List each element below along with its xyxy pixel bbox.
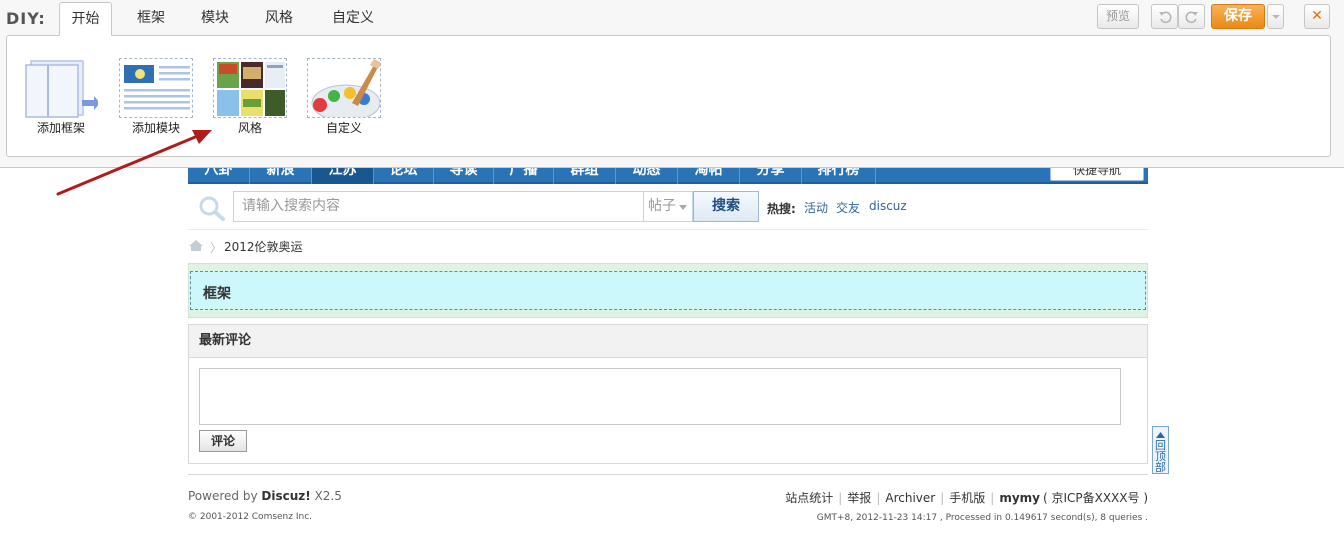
powered-prefix: Powered by (188, 489, 262, 503)
footer-links: 站点统计 | 举报 | Archiver | 手机版 | mymy( 京ICP备XXXX号 ) (785, 489, 1148, 506)
add-module-label: 添加模块 (131, 121, 180, 135)
breadcrumb-current: 2012伦敦奥运 (224, 240, 303, 254)
powered-brand-link[interactable]: Discuz! (261, 489, 310, 503)
search-icon (198, 195, 226, 221)
close-button[interactable]: ✕ (1304, 4, 1330, 29)
diy-panel: 添加框架 添加模块 风格 自定义 (6, 35, 1331, 157)
breadcrumb-separator: 〉 (210, 241, 223, 255)
style-thumbnail-icon (213, 58, 287, 118)
footer-debug-info: GMT+8, 2012-11-23 14:17 , Processed in 0… (816, 513, 1148, 523)
hot-search-label: 热搜: (767, 202, 796, 216)
tab-start[interactable]: 开始 (59, 2, 112, 36)
tab-custom[interactable]: 自定义 (320, 2, 386, 36)
hot-search-link[interactable]: discuz (869, 199, 907, 213)
hot-search-link[interactable]: 交友 (836, 199, 860, 216)
latest-comments-panel: 最新评论 评论 (188, 324, 1148, 464)
diy-frame-container: 框架 (188, 263, 1148, 318)
back-to-top-button[interactable]: 回顶部 (1152, 426, 1169, 474)
arrow-up-icon (1156, 432, 1165, 438)
undo-button[interactable] (1151, 4, 1178, 29)
diy-toolbar: DIY: 开始 框架 模块 风格 自定义 预览 保存 ✕ 添加框架 添加模块 风… (0, 0, 1344, 168)
add-frame-icon (24, 58, 98, 118)
footer-icp[interactable]: ( 京ICP备XXXX号 ) (1043, 491, 1148, 505)
add-frame-item[interactable]: 添加框架 (21, 58, 101, 136)
style-item[interactable]: 风格 (210, 58, 290, 136)
footer-link-stats[interactable]: 站点统计 (785, 491, 833, 505)
frame-title: 框架 (203, 286, 231, 302)
save-button[interactable]: 保存 (1211, 4, 1265, 29)
footer-separator: | (876, 491, 881, 505)
footer-separator: | (990, 491, 995, 505)
search-bar: 请输入搜索内容 帖子 搜索 热搜: 活动 交友 discuz (188, 185, 1148, 230)
submit-comment-button[interactable]: 评论 (199, 430, 247, 452)
back-to-top-label: 回顶部 (1155, 439, 1166, 474)
hot-search-link[interactable]: 活动 (804, 199, 828, 216)
redo-icon (1185, 11, 1198, 24)
custom-label: 自定义 (325, 121, 362, 135)
add-module-item[interactable]: 添加模块 (116, 58, 196, 136)
style-label: 风格 (237, 121, 262, 135)
footer-site-name[interactable]: mymy (999, 491, 1040, 505)
diy-label: DIY: (6, 9, 46, 28)
search-input[interactable]: 请输入搜索内容 (233, 191, 645, 222)
footer-separator: | (940, 491, 945, 505)
custom-item[interactable]: 自定义 (304, 58, 384, 136)
tab-style[interactable]: 风格 (252, 2, 306, 36)
footer-link-archiver[interactable]: Archiver (885, 491, 935, 505)
breadcrumb: 〉 2012伦敦奥运 (188, 237, 588, 255)
tab-module[interactable]: 模块 (188, 2, 242, 36)
footer-link-report[interactable]: 举报 (847, 491, 871, 505)
preview-button[interactable]: 预览 (1097, 4, 1139, 29)
copyright: © 2001-2012 Comsenz Inc. (188, 512, 313, 522)
search-type-select[interactable]: 帖子 (643, 191, 693, 222)
home-icon[interactable] (188, 239, 204, 252)
footer-link-mobile[interactable]: 手机版 (949, 491, 985, 505)
add-frame-label: 添加框架 (36, 121, 85, 135)
search-type-label: 帖子 (648, 198, 676, 214)
tab-frame[interactable]: 框架 (124, 2, 178, 36)
save-options-button[interactable] (1267, 4, 1284, 29)
add-module-icon (119, 58, 193, 118)
powered-by: Powered by Discuz! X2.5 (188, 489, 342, 503)
diy-frame[interactable]: 框架 (190, 271, 1146, 310)
redo-button[interactable] (1178, 4, 1205, 29)
chevron-down-icon (1271, 15, 1280, 19)
footer-separator: | (838, 491, 843, 505)
chevron-down-icon (679, 205, 687, 210)
undo-icon (1158, 11, 1171, 24)
palette-brush-icon (307, 58, 381, 118)
comment-textarea[interactable] (199, 368, 1121, 425)
comments-title: 最新评论 (189, 325, 1147, 358)
footer-divider (188, 474, 1148, 475)
page: 八卦 新浪 江苏 论坛 导读 广播 群组 动态 淘帖 分享 排行榜 快捷导航 请… (0, 0, 1344, 554)
search-button[interactable]: 搜索 (693, 191, 759, 222)
powered-version: X2.5 (310, 489, 342, 503)
